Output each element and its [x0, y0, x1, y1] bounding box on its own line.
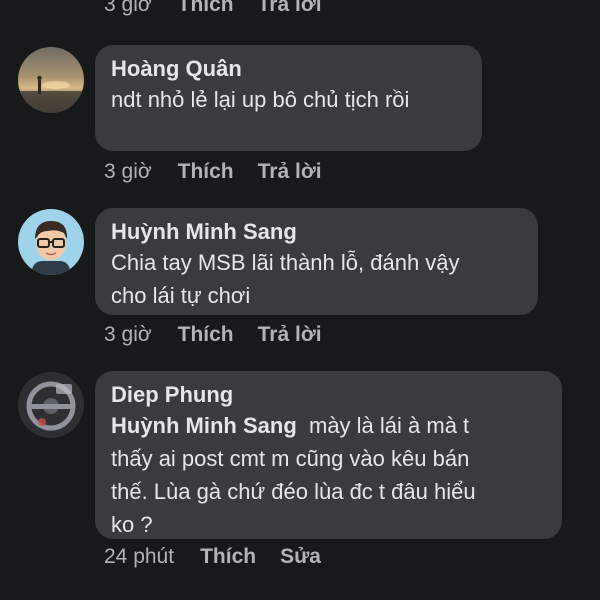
comment-text-line: cho lái tự chơi [111, 283, 251, 308]
comment-author[interactable]: Diep Phung [111, 381, 546, 409]
reply-link[interactable]: Trả lời [258, 322, 322, 348]
comment-text-fragment: mày là lái à mà t [309, 413, 470, 438]
avatar-sunset-photo-icon [18, 47, 84, 113]
comment-meta: 3 giờ Thích Trả lời [104, 159, 322, 185]
comment-text-line: thế. Lùa gà chứ đéo lùa đc t đâu hiểu [111, 479, 476, 504]
avatar-hoang-quan[interactable] [18, 47, 84, 113]
comment-text-line: Huỳnh Minh Sang mày là lái à mà t [111, 409, 546, 442]
comment-text-line: thấy ai post cmt m cũng vào kêu bán [111, 446, 470, 471]
comment-time: 24 phút [104, 545, 175, 568]
like-link[interactable]: Thích [178, 322, 234, 348]
avatar-car-interior-photo-icon [18, 372, 84, 438]
avatar-diep-phung[interactable] [18, 372, 84, 438]
comment-time: 3 giờ [104, 0, 152, 16]
comment-meta: 3 giờ Thích Trả lời [104, 322, 322, 348]
comment-bubble: Diep Phung Huỳnh Minh Sang mày là lái à … [95, 371, 562, 539]
comment-author[interactable]: Hoàng Quân [111, 55, 466, 83]
comment-time: 3 giờ [104, 160, 152, 183]
like-link[interactable]: Thích [178, 159, 234, 185]
avatar-huynh-minh-sang[interactable] [18, 209, 84, 275]
reply-link[interactable]: Trả lời [258, 159, 322, 185]
comment-time: 3 giờ [104, 323, 152, 346]
avatar-cartoon-glasses-icon [18, 209, 84, 275]
like-link[interactable]: Thích [178, 0, 234, 18]
reply-link[interactable]: Trả lời [258, 0, 322, 18]
comment-text: ndt nhỏ lẻ lại up bô chủ tịch rồi [111, 87, 410, 112]
like-link[interactable]: Thích [200, 544, 256, 570]
comment-text-line: Chia tay MSB lãi thành lỗ, đánh vậy [111, 250, 460, 275]
mention-link[interactable]: Huỳnh Minh Sang [111, 413, 297, 438]
comment-text-line: ko ? [111, 512, 153, 537]
edit-link[interactable]: Sửa [280, 544, 321, 570]
comment-author[interactable]: Huỳnh Minh Sang [111, 218, 522, 246]
comment-bubble: Hoàng Quân ndt nhỏ lẻ lại up bô chủ tịch… [95, 45, 482, 151]
comment-bubble: Huỳnh Minh Sang Chia tay MSB lãi thành l… [95, 208, 538, 315]
comment-meta: 24 phút Thích Sửa [104, 544, 321, 570]
top-comment-meta: 3 giờ Thích Trả lời [104, 0, 322, 18]
